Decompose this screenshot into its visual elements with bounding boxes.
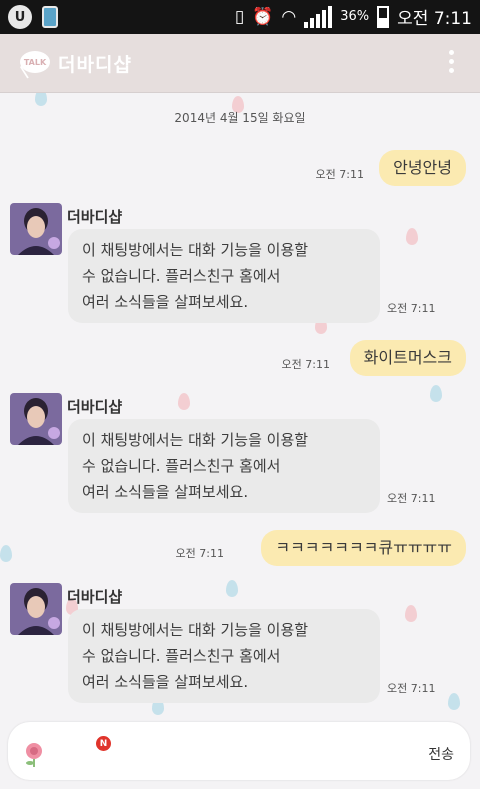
outgoing-message[interactable]: ㅋㅋㅋㅋㅋㅋㅋ큐ㅠㅠㅠㅠ: [261, 530, 466, 566]
avatar[interactable]: [10, 393, 62, 445]
outgoing-message[interactable]: 안녕안녕: [379, 150, 466, 186]
chat-header: 〈 TALK 더바디샵: [0, 34, 480, 93]
message-line: 여러 소식들을 살펴보세요.: [82, 293, 249, 311]
message-time: 오전 7:11: [281, 358, 330, 371]
signal-icon: [304, 5, 333, 28]
message-time: 오전 7:11: [387, 682, 436, 695]
avatar[interactable]: [10, 583, 62, 635]
u-plus-icon: U: [8, 5, 32, 29]
message-line: 여러 소식들을 살펴보세요.: [82, 483, 249, 501]
sender-name: 더바디샵: [67, 588, 123, 606]
more-menu-icon[interactable]: [449, 50, 454, 73]
input-bar: N 전송: [0, 718, 480, 789]
send-button[interactable]: 전송: [428, 744, 454, 764]
alarm-icon: ⏰: [252, 6, 274, 27]
raindrop-decoration: [226, 580, 238, 597]
raindrop-decoration: [406, 228, 418, 245]
raindrop-decoration: [430, 385, 442, 402]
clock: 오전 7:11: [397, 9, 472, 29]
chat-area[interactable]: 2014년 4월 15일 화요일 오전 7:11 안녕안녕 더바디샵 이 채팅방…: [0, 93, 480, 718]
message-time: 오전 7:11: [175, 547, 224, 560]
raindrop-decoration: [405, 605, 417, 622]
battery-percent: 36%: [340, 9, 370, 24]
raindrop-decoration: [0, 545, 12, 562]
sender-name: 더바디샵: [67, 398, 123, 416]
message-time: 오전 7:11: [387, 492, 436, 505]
wifi-icon: ◠: [281, 6, 297, 27]
incoming-message[interactable]: 이 채팅방에서는 대화 기능을 이용할 수 없습니다. 플러스친구 홈에서 여러…: [68, 419, 380, 513]
message-time: 오전 7:11: [387, 302, 436, 315]
raindrop-decoration: [35, 93, 47, 106]
message-line: 이 채팅방에서는 대화 기능을 이용할: [82, 431, 309, 449]
message-line: 수 없습니다. 플러스친구 홈에서: [82, 457, 281, 475]
new-badge: N: [96, 736, 111, 751]
raindrop-decoration: [178, 393, 190, 410]
rose-emoticon-icon[interactable]: [20, 740, 48, 768]
raindrop-decoration: [448, 693, 460, 710]
message-input[interactable]: N 전송: [8, 722, 470, 780]
message-line: 수 없습니다. 플러스친구 홈에서: [82, 267, 281, 285]
message-line: 이 채팅방에서는 대화 기능을 이용할: [82, 241, 309, 259]
sender-name: 더바디샵: [67, 208, 123, 226]
message-time: 오전 7:11: [315, 168, 364, 181]
vibrate-icon: ▯: [234, 6, 245, 27]
date-divider: 2014년 4월 15일 화요일: [174, 111, 306, 125]
message-line: 여러 소식들을 살펴보세요.: [82, 673, 249, 691]
kakaotalk-logo[interactable]: TALK: [20, 51, 50, 73]
outgoing-message[interactable]: 화이트머스크: [349, 340, 466, 376]
avatar[interactable]: [10, 203, 62, 255]
status-bar: U ▯ ⏰ ◠ 36% 오전 7:11: [0, 0, 480, 34]
chat-room-title: 더바디샵: [58, 54, 132, 76]
battery-icon: [377, 5, 390, 28]
message-line: 이 채팅방에서는 대화 기능을 이용할: [82, 621, 309, 639]
message-line: 수 없습니다. 플러스친구 홈에서: [82, 647, 281, 665]
phone-icon: [42, 6, 58, 28]
incoming-message[interactable]: 이 채팅방에서는 대화 기능을 이용할 수 없습니다. 플러스친구 홈에서 여러…: [68, 609, 380, 703]
incoming-message[interactable]: 이 채팅방에서는 대화 기능을 이용할 수 없습니다. 플러스친구 홈에서 여러…: [68, 229, 380, 323]
